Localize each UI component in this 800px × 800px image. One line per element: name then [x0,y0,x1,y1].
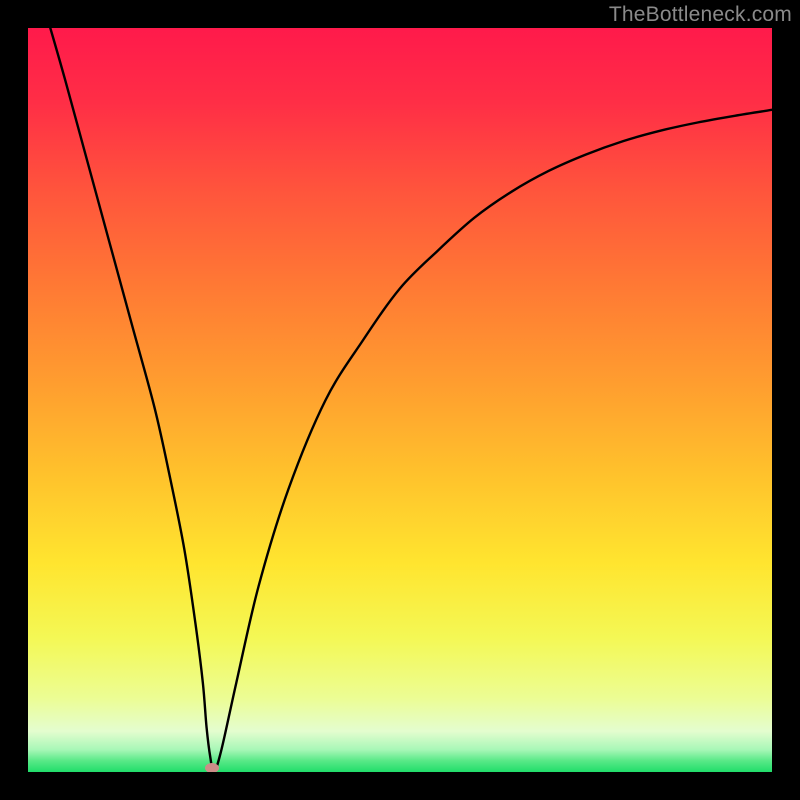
bottleneck-curve [50,28,772,772]
curve-layer [28,28,772,772]
plot-area [28,28,772,772]
chart-frame: TheBottleneck.com [0,0,800,800]
watermark-text: TheBottleneck.com [609,3,792,27]
min-marker-dot [205,763,219,772]
